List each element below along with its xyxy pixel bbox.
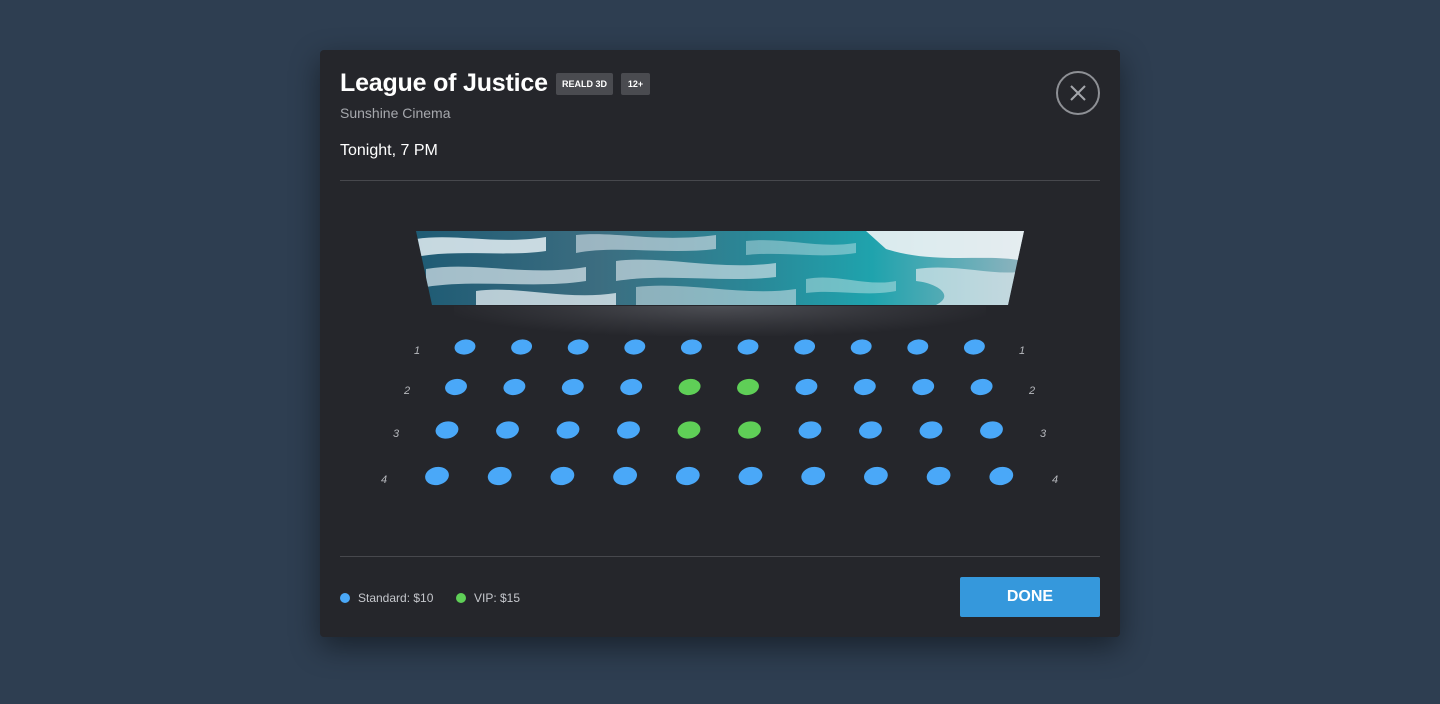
vip-seat-dot: [456, 593, 466, 603]
standard-seat[interactable]: [502, 377, 526, 396]
standard-seat[interactable]: [495, 420, 521, 441]
standard-seat[interactable]: [510, 338, 533, 356]
standard-seat[interactable]: [737, 338, 760, 356]
standard-seat[interactable]: [444, 377, 468, 396]
standard-seat[interactable]: [555, 420, 581, 441]
standard-seat[interactable]: [979, 420, 1005, 441]
done-button[interactable]: DONE: [960, 577, 1100, 617]
standard-seat[interactable]: [623, 338, 646, 356]
row-label-left: 1: [414, 345, 420, 357]
legend-standard: Standard: $10: [340, 591, 433, 605]
row-label-right: 2: [1028, 385, 1035, 397]
standard-seat[interactable]: [454, 338, 477, 356]
row-label-left: 2: [403, 385, 410, 397]
standard-seat[interactable]: [911, 377, 935, 396]
standard-price-label: Standard: $10: [358, 591, 434, 605]
vip-seat[interactable]: [736, 377, 760, 396]
standard-seat[interactable]: [800, 465, 827, 487]
legend-vip: VIP: $15: [456, 591, 520, 605]
seat-map: 1 1 2 2 3 3 4 4: [381, 338, 1058, 487]
standard-seat[interactable]: [862, 465, 889, 487]
standard-seat[interactable]: [797, 420, 823, 441]
vip-seat[interactable]: [737, 420, 763, 441]
standard-seat[interactable]: [793, 338, 816, 356]
standard-seat[interactable]: [434, 420, 460, 441]
row-label-right: 3: [1040, 428, 1047, 440]
standard-seat[interactable]: [616, 420, 642, 441]
standard-seat-dot: [340, 593, 350, 603]
standard-seat[interactable]: [612, 465, 639, 487]
standard-seat[interactable]: [567, 338, 590, 356]
row-label-left: 4: [381, 474, 387, 486]
standard-seat[interactable]: [988, 465, 1015, 487]
standard-seat[interactable]: [969, 377, 993, 396]
seat-selection-modal: League of Justice REALD 3D 12+ Sunshine …: [320, 50, 1120, 637]
standard-seat[interactable]: [850, 338, 873, 356]
standard-seat[interactable]: [549, 465, 576, 487]
standard-seat[interactable]: [737, 465, 764, 487]
standard-seat[interactable]: [918, 420, 944, 441]
standard-seat[interactable]: [486, 465, 513, 487]
vip-price-label: VIP: $15: [474, 591, 521, 605]
standard-seat[interactable]: [906, 338, 929, 356]
row-label-right: 4: [1052, 474, 1058, 486]
standard-seat[interactable]: [858, 420, 884, 441]
vip-seat[interactable]: [677, 377, 701, 396]
standard-seat[interactable]: [424, 465, 451, 487]
standard-seat[interactable]: [794, 377, 818, 396]
row-label-left: 3: [393, 428, 400, 440]
standard-seat[interactable]: [680, 338, 703, 356]
standard-seat[interactable]: [963, 338, 986, 356]
standard-seat[interactable]: [561, 377, 585, 396]
footer-divider: [340, 556, 1100, 557]
standard-seat[interactable]: [674, 465, 701, 487]
standard-seat[interactable]: [619, 377, 643, 396]
standard-seat[interactable]: [925, 465, 952, 487]
row-label-right: 1: [1019, 345, 1025, 357]
standard-seat[interactable]: [853, 377, 877, 396]
vip-seat[interactable]: [676, 420, 702, 441]
